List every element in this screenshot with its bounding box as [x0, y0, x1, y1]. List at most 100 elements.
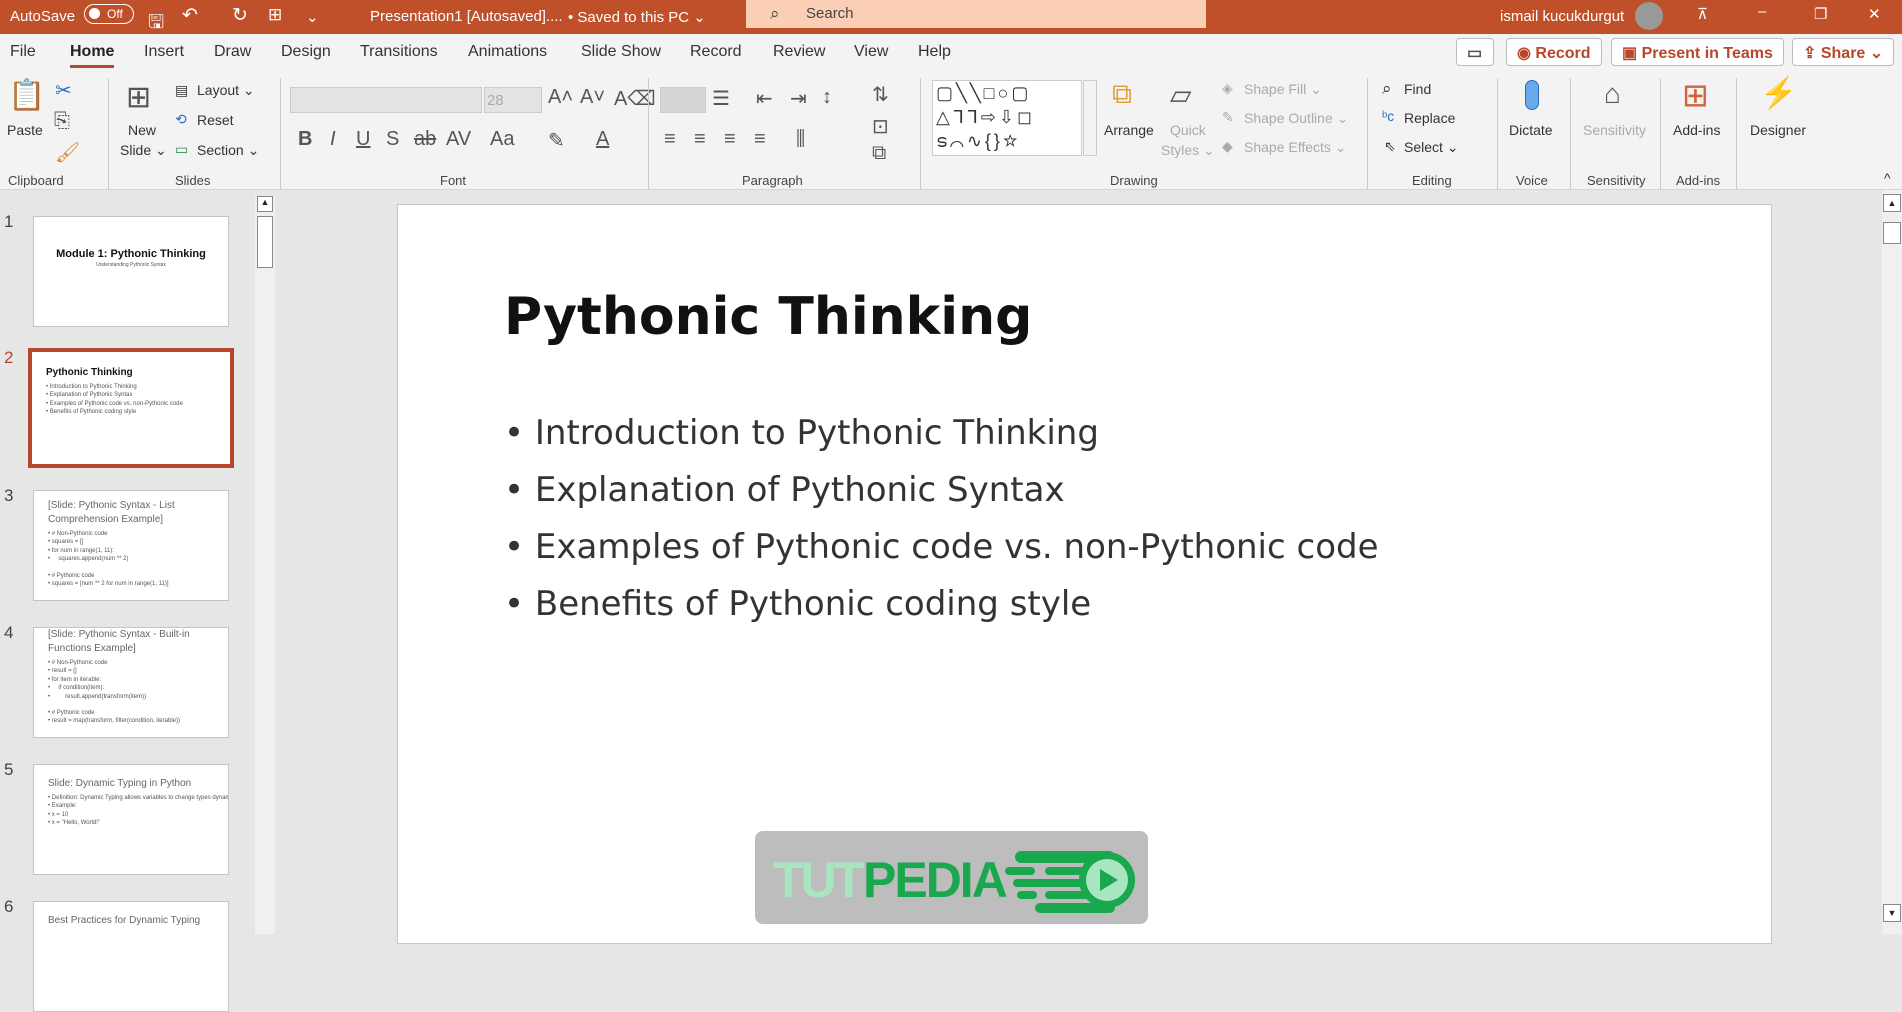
decrease-font-icon[interactable]: A˅ — [580, 86, 605, 109]
slide-thumbnail-1[interactable]: Module 1: Pythonic Thinking Understandin… — [33, 216, 229, 327]
slide-bullet[interactable]: • Introduction to Pythonic Thinking — [504, 413, 1099, 453]
new-slide-label[interactable]: New — [128, 122, 156, 138]
shapes-row[interactable]: △ᒣᒣ⇨⇩◻ — [936, 105, 1081, 129]
arrange-icon[interactable]: ⧉ — [1112, 78, 1132, 111]
tab-insert[interactable]: Insert — [144, 43, 184, 61]
search-box[interactable]: ⌕ Search — [746, 0, 1206, 28]
share-button[interactable]: ⇪ Share ⌄ — [1792, 38, 1895, 66]
tab-slide-show[interactable]: Slide Show — [581, 43, 661, 61]
tab-transitions[interactable]: Transitions — [360, 43, 438, 61]
tab-record[interactable]: Record — [690, 43, 742, 61]
thumbnail-scrollbar[interactable]: ▲ — [255, 196, 275, 934]
scroll-up-icon[interactable]: ▲ — [1883, 194, 1901, 212]
layout-button[interactable]: Layout ⌄ — [197, 82, 255, 99]
underline-icon[interactable]: U — [356, 128, 370, 151]
justify-icon[interactable]: ≡ — [754, 128, 766, 151]
reset-button[interactable]: Reset — [197, 112, 234, 128]
line-spacing-icon[interactable]: ↕ — [822, 86, 832, 109]
copy-icon[interactable]: ⎘ — [54, 110, 70, 133]
scroll-down-icon[interactable]: ▼ — [1883, 904, 1901, 922]
change-case-icon[interactable]: Aa — [490, 128, 514, 151]
increase-indent-icon[interactable]: ⇥ — [790, 86, 807, 111]
numbering-icon[interactable]: ☰ — [712, 86, 730, 111]
character-spacing-icon[interactable]: AV — [446, 128, 471, 151]
sensitivity-icon[interactable]: ⌂ — [1604, 78, 1621, 110]
close-icon[interactable]: ✕ — [1868, 5, 1881, 23]
slide-thumbnail-4[interactable]: [Slide: Pythonic Syntax - Built-in Funct… — [33, 627, 229, 738]
shadow-icon[interactable]: S — [386, 128, 399, 151]
scroll-thumb[interactable] — [1883, 222, 1901, 244]
dictate-button[interactable]: Dictate — [1509, 122, 1553, 138]
slide-bullet[interactable]: • Explanation of Pythonic Syntax — [504, 470, 1065, 510]
convert-smartart-icon[interactable]: ⧉ — [872, 142, 886, 165]
tab-review[interactable]: Review — [773, 43, 825, 61]
designer-icon[interactable]: ⚡ — [1760, 76, 1797, 111]
format-painter-icon[interactable]: 🖌 — [55, 140, 80, 165]
comments-button[interactable]: ▭ — [1456, 38, 1494, 66]
slide-thumbnail-5[interactable]: Slide: Dynamic Typing in Python • Defini… — [33, 764, 229, 875]
ribbon-display-icon[interactable]: ⊼ — [1697, 5, 1708, 23]
add-ins-icon[interactable]: ⊞ — [1682, 76, 1709, 114]
record-button[interactable]: ◉ Record — [1506, 38, 1602, 66]
add-ins-button[interactable]: Add-ins — [1673, 122, 1720, 138]
slide-thumbnail-2[interactable]: Pythonic Thinking • Introduction to Pyth… — [28, 348, 234, 468]
shapes-row[interactable]: ട⌒∿{}☆ — [936, 129, 1081, 153]
tab-help[interactable]: Help — [918, 43, 951, 61]
autosave-toggle[interactable]: Off — [84, 4, 134, 24]
text-direction-icon[interactable]: ⇅ — [872, 82, 889, 107]
bullets-button[interactable] — [660, 87, 706, 113]
shape-outline-button[interactable]: Shape Outline ⌄ — [1244, 110, 1348, 127]
align-text-icon[interactable]: ⊡ — [872, 114, 889, 139]
avatar[interactable] — [1635, 2, 1663, 30]
tab-animations[interactable]: Animations — [468, 43, 547, 61]
slide-thumbnail-3[interactable]: [Slide: Pythonic Syntax - List Comprehen… — [33, 490, 229, 601]
designer-button[interactable]: Designer — [1750, 122, 1806, 138]
strikethrough-icon[interactable]: ab — [414, 128, 436, 151]
tab-draw[interactable]: Draw — [214, 43, 251, 61]
align-center-icon[interactable]: ≡ — [694, 128, 706, 151]
font-name-input[interactable] — [290, 87, 482, 113]
save-status[interactable]: • Saved to this PC ⌄ — [568, 8, 706, 26]
clear-formatting-icon[interactable]: A⌫ — [614, 86, 656, 111]
paste-icon[interactable]: 📋 — [8, 78, 45, 113]
new-slide-icon[interactable]: ⊞ — [126, 80, 151, 115]
scroll-thumb[interactable] — [257, 216, 273, 268]
section-button[interactable]: Section ⌄ — [197, 142, 259, 159]
collapse-ribbon-icon[interactable]: ^ — [1884, 170, 1891, 186]
slide-bullet[interactable]: • Benefits of Pythonic coding style — [504, 584, 1091, 624]
cut-icon[interactable]: ✂ — [55, 78, 72, 103]
new-slide-dropdown[interactable]: Slide ⌄ — [120, 142, 167, 159]
decrease-indent-icon[interactable]: ⇤ — [756, 86, 773, 111]
minimize-icon[interactable]: – — [1758, 3, 1766, 20]
arrange-button[interactable]: Arrange — [1104, 122, 1154, 138]
italic-icon[interactable]: I — [330, 128, 336, 151]
tab-design[interactable]: Design — [281, 43, 331, 61]
shapes-scroll[interactable] — [1083, 80, 1097, 156]
highlight-icon[interactable]: ✎ — [548, 128, 565, 153]
customize-toolbar-icon[interactable]: ⌄ — [306, 8, 319, 26]
slide-thumbnail-6[interactable]: Best Practices for Dynamic Typing — [33, 901, 229, 1012]
align-left-icon[interactable]: ≡ — [664, 128, 676, 151]
shape-fill-button[interactable]: Shape Fill ⌄ — [1244, 81, 1322, 98]
shape-effects-button[interactable]: Shape Effects ⌄ — [1244, 139, 1347, 156]
align-right-icon[interactable]: ≡ — [724, 128, 736, 151]
paste-button[interactable]: Paste — [7, 122, 43, 138]
bold-icon[interactable]: B — [298, 128, 312, 151]
redo-icon[interactable]: ↻ — [232, 4, 248, 27]
select-button[interactable]: Select ⌄ — [1404, 139, 1459, 156]
quick-styles-icon[interactable]: ▱ — [1170, 78, 1192, 111]
scroll-up-icon[interactable]: ▲ — [257, 196, 273, 212]
tab-file[interactable]: File — [10, 43, 36, 61]
microphone-icon[interactable] — [1525, 80, 1539, 110]
replace-button[interactable]: Replace — [1404, 110, 1455, 126]
present-from-start-icon[interactable]: ⊞ — [268, 5, 282, 25]
user-name[interactable]: ismail kucukdurgut — [1500, 8, 1624, 25]
slide-bullet[interactable]: • Examples of Pythonic code vs. non-Pyth… — [504, 527, 1379, 567]
sensitivity-button[interactable]: Sensitivity — [1583, 122, 1646, 138]
editor-scrollbar[interactable]: ▲ ▼ — [1882, 190, 1902, 934]
shapes-gallery[interactable]: ▢╲╲□○▢ △ᒣᒣ⇨⇩◻ ട⌒∿{}☆ — [932, 80, 1082, 156]
quick-styles-dropdown[interactable]: Styles ⌄ — [1161, 142, 1215, 159]
shapes-row[interactable]: ▢╲╲□○▢ — [936, 81, 1081, 105]
columns-icon[interactable]: ⫼ — [796, 128, 805, 151]
tab-home[interactable]: Home — [70, 43, 115, 68]
